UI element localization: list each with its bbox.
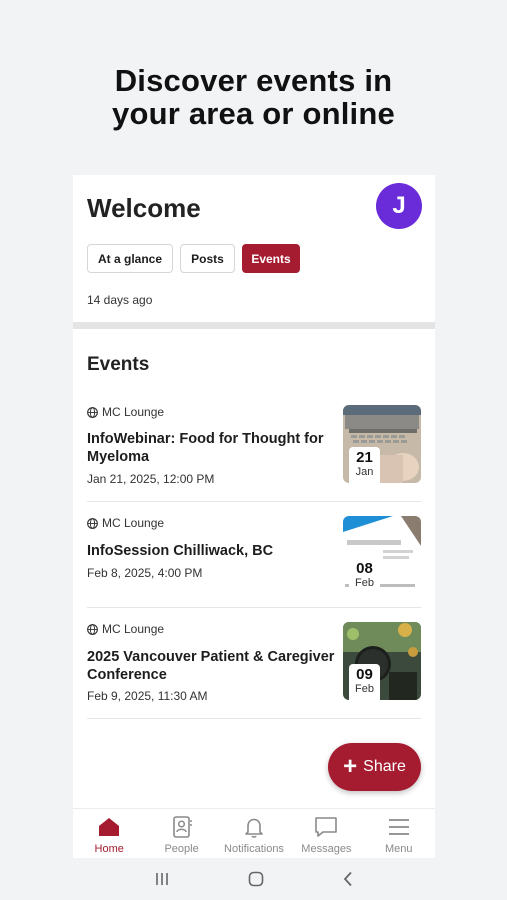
tab-at-a-glance[interactable]: At a glance — [87, 244, 173, 273]
nav-label: Menu — [384, 843, 413, 855]
tab-posts[interactable]: Posts — [180, 244, 235, 273]
event-location-label: MC Lounge — [102, 622, 165, 636]
event-location: MC Lounge — [87, 622, 164, 636]
home-button-icon[interactable] — [248, 871, 264, 887]
event-thumbnail: 09 Feb — [343, 622, 421, 700]
date-badge: 21 Jan — [349, 447, 380, 483]
events-heading: Events — [87, 354, 150, 375]
event-location-label: MC Lounge — [102, 516, 165, 530]
event-thumbnail: 08 Feb — [343, 516, 421, 594]
globe-icon — [87, 406, 98, 418]
nav-label: People — [164, 843, 199, 855]
event-location-label: MC Lounge — [102, 405, 165, 419]
event-date: Feb 9, 2025, 11:30 AM — [87, 689, 208, 703]
event-title: InfoWebinar: Food for Thought for Myelom… — [87, 431, 324, 465]
home-icon — [99, 818, 120, 836]
menu-icon — [388, 819, 409, 835]
event-item[interactable]: MC Lounge 2025 Vancouver Patient & Careg… — [87, 622, 421, 719]
event-title: 2025 Vancouver Patient & Caregiver Confe… — [87, 649, 335, 683]
event-location: MC Lounge — [87, 516, 164, 530]
time-ago: 14 days ago — [87, 293, 153, 307]
share-label: Share — [363, 758, 406, 775]
badge-month: Jan — [355, 466, 374, 478]
bell-icon — [245, 818, 263, 838]
globe-icon — [87, 517, 98, 529]
back-icon[interactable] — [342, 871, 354, 887]
event-location: MC Lounge — [87, 405, 164, 419]
badge-month: Feb — [355, 683, 374, 695]
avatar[interactable]: J — [376, 183, 422, 229]
tab-events[interactable]: Events — [242, 244, 300, 273]
nav-item-menu[interactable]: Menu — [363, 809, 435, 858]
chat-icon — [315, 817, 338, 837]
system-nav-bar — [0, 858, 507, 900]
nav-item-people[interactable]: People — [145, 809, 217, 858]
section-divider — [73, 322, 435, 329]
welcome-title: Welcome — [87, 193, 201, 223]
event-thumbnail: 21 Jan — [343, 405, 421, 483]
people-icon — [172, 816, 192, 838]
badge-day: 08 — [356, 560, 373, 577]
date-badge: 08 Feb — [349, 558, 380, 594]
event-item[interactable]: MC Lounge InfoWebinar: Food for Thought … — [87, 405, 421, 502]
nav-item-messages[interactable]: Messages — [290, 809, 362, 858]
nav-item-notifications[interactable]: Notifications — [218, 809, 290, 858]
nav-item-home[interactable]: Home — [73, 809, 145, 858]
welcome-card: Welcome J At a glance Posts Events 14 da… — [73, 175, 435, 322]
app-screen: Welcome J At a glance Posts Events 14 da… — [73, 175, 435, 858]
headline: Discover events in your area or online — [0, 64, 507, 130]
date-badge: 09 Feb — [349, 664, 380, 700]
globe-icon — [87, 623, 98, 635]
nav-label: Notifications — [224, 843, 284, 855]
bottom-nav: Home People Notifications Messages Menu — [73, 808, 435, 858]
recent-apps-icon[interactable] — [154, 872, 170, 886]
plus-icon: + — [343, 753, 358, 780]
headline-line-1: Discover events in — [114, 63, 393, 98]
nav-label: Home — [94, 843, 124, 855]
nav-label: Messages — [301, 843, 352, 855]
event-item[interactable]: MC Lounge InfoSession Chilliwack, BC Feb… — [87, 516, 421, 608]
share-button[interactable]: + Share — [328, 743, 421, 791]
event-date: Jan 21, 2025, 12:00 PM — [87, 472, 215, 486]
headline-line-2: your area or online — [112, 96, 395, 131]
badge-month: Feb — [355, 577, 374, 589]
event-title: InfoSession Chilliwack, BC — [87, 543, 274, 559]
badge-day: 09 — [356, 666, 373, 683]
badge-day: 21 — [356, 449, 373, 466]
event-date: Feb 8, 2025, 4:00 PM — [87, 566, 203, 580]
